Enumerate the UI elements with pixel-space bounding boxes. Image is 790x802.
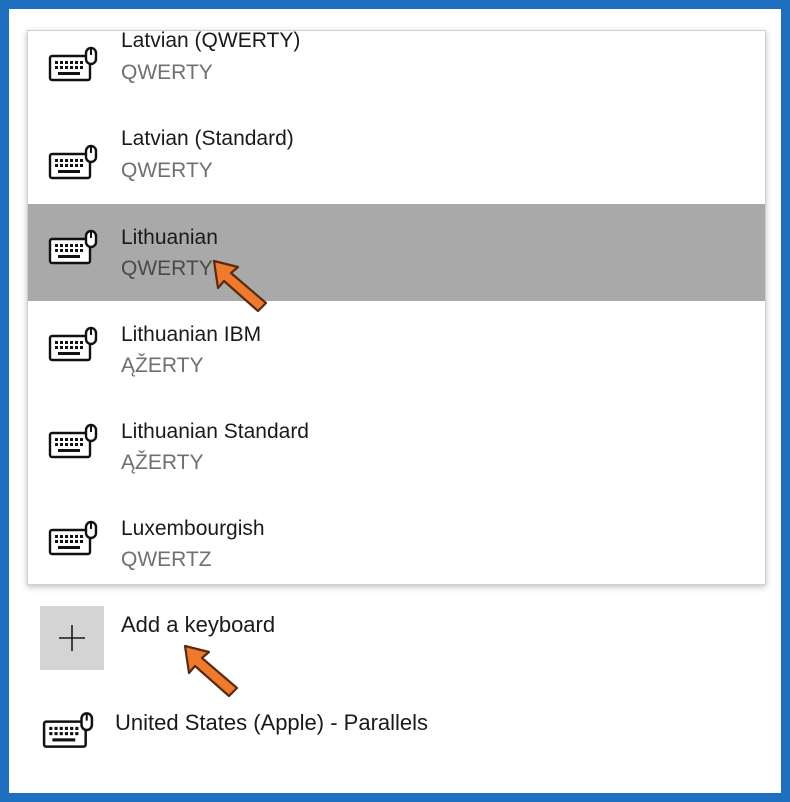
keyboard-list-flyout: Latvian (QWERTY) QWERTY Latvian (Standar… — [27, 30, 766, 585]
keyboard-option-name: Latvian (QWERTY) — [121, 30, 301, 52]
keyboard-option-name: Luxembourgish — [121, 517, 265, 540]
keyboard-option-latvian-qwerty[interactable]: Latvian (QWERTY) QWERTY — [28, 30, 765, 106]
keyboard-option-name: Lithuanian Standard — [121, 420, 309, 443]
add-keyboard-label[interactable]: Add a keyboard — [121, 612, 275, 638]
keyboard-settings-panel: PC ■■■■ Latvian (QWERTY) QWERTY Latvian … — [9, 9, 781, 793]
keyboard-option-layout: QWERTZ — [121, 548, 212, 571]
keyboard-option-layout: ĄŽERTY — [121, 354, 204, 377]
keyboard-option-latvian-standard[interactable]: Latvian (Standard) QWERTY — [28, 107, 765, 204]
keyboard-option-layout: ĄŽERTY — [121, 451, 204, 474]
keyboard-icon — [48, 144, 98, 180]
keyboard-icon — [48, 229, 98, 265]
pointer-arrow-icon — [183, 644, 239, 698]
keyboard-option-luxembourgish[interactable]: Luxembourgish QWERTZ — [28, 495, 765, 584]
keyboard-option-name: Lithuanian IBM — [121, 323, 262, 346]
keyboard-option-name: Lithuanian — [121, 226, 218, 249]
keyboard-option-layout: QWERTY — [121, 257, 213, 280]
keyboard-icon — [48, 326, 98, 362]
keyboard-option-lithuanian-standard[interactable]: Lithuanian Standard ĄŽERTY — [28, 398, 765, 495]
keyboard-icon — [48, 46, 98, 82]
installed-keyboard-label[interactable]: United States (Apple) - Parallels — [115, 710, 428, 736]
keyboard-icon — [48, 423, 98, 459]
keyboard-option-layout: QWERTY — [121, 159, 213, 182]
keyboard-option-lithuanian[interactable]: Lithuanian QWERTY — [28, 204, 765, 301]
keyboard-icon — [42, 712, 94, 748]
keyboard-option-layout: QWERTY — [121, 61, 213, 84]
add-keyboard-button[interactable] — [40, 606, 104, 670]
keyboard-option-name: Latvian (Standard) — [121, 127, 294, 150]
keyboard-icon — [48, 520, 98, 556]
keyboard-option-lithuanian-ibm[interactable]: Lithuanian IBM ĄŽERTY — [28, 301, 765, 398]
plus-icon — [59, 625, 85, 651]
